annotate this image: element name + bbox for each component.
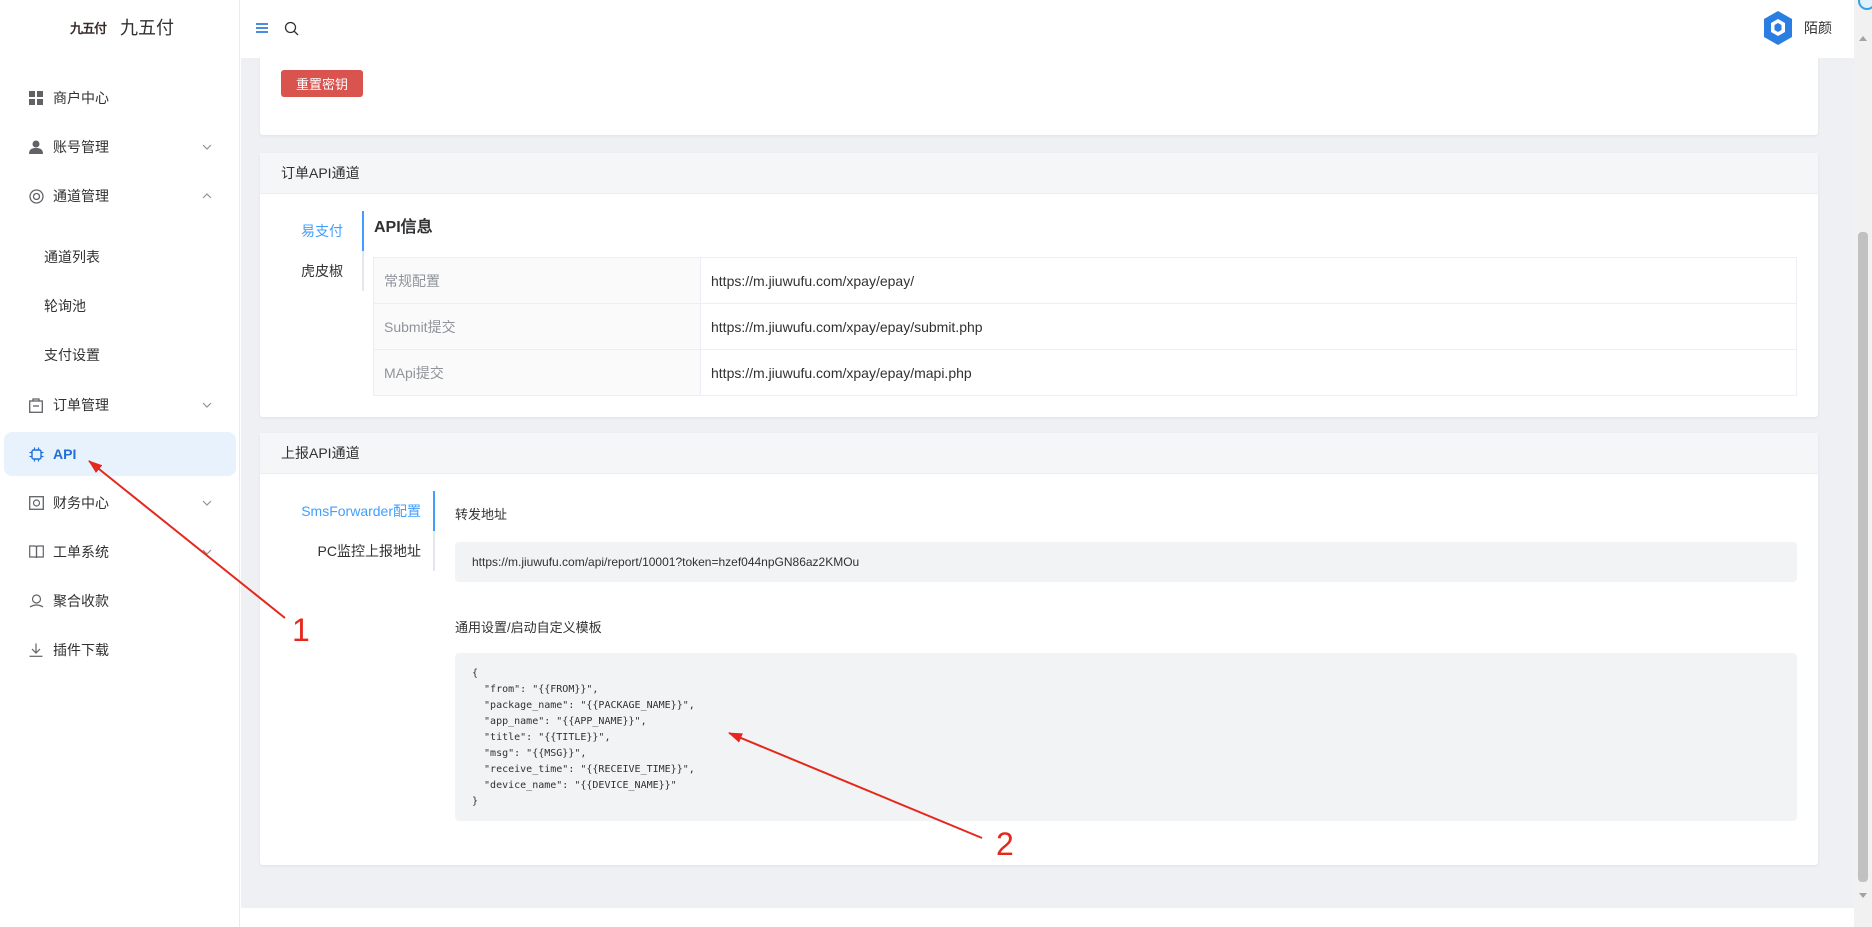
scroll-down-arrow-icon[interactable]	[1859, 893, 1867, 898]
sidebar-item-label: 聚合收款	[53, 593, 109, 609]
api-key-cell: Submit提交	[373, 303, 701, 350]
sidebar-subitem-payment-settings[interactable]: 支付设置	[4, 333, 236, 377]
chip-icon	[28, 446, 44, 462]
footer-strip	[241, 908, 1854, 927]
sidebar: 九五付 九五付 商户中心 账号管理 通道管理 通道列表 轮询池 支付设置 订单管…	[0, 0, 240, 927]
collect-icon	[28, 593, 44, 609]
sidebar-item-finance[interactable]: 财务中心	[4, 481, 236, 525]
tab-pc-monitor[interactable]: PC监控上报地址	[278, 531, 438, 571]
tab-track	[433, 491, 435, 571]
sidebar-item-api[interactable]: API	[4, 432, 236, 476]
channel-icon	[28, 188, 44, 204]
sidebar-item-label: 商户中心	[53, 90, 109, 106]
scrollbar-thumb[interactable]	[1858, 232, 1868, 882]
book-icon	[28, 544, 44, 560]
key-card: 重置密钥	[260, 58, 1818, 135]
user-name: 陌颜	[1804, 20, 1832, 36]
forward-url-box[interactable]: https://m.jiuwufu.com/api/report/10001?t…	[455, 542, 1797, 582]
sidebar-item-label: 轮询池	[44, 298, 86, 314]
api-key-cell: MApi提交	[373, 349, 701, 396]
chevron-down-icon	[202, 402, 212, 408]
report-api-card: 上报API通道 SmsForwarder配置 PC监控上报地址 转发地址 htt…	[260, 433, 1818, 865]
table-row: 常规配置 https://m.jiuwufu.com/xpay/epay/	[373, 257, 1797, 304]
table-row: Submit提交 https://m.jiuwufu.com/xpay/epay…	[373, 303, 1797, 350]
main-content: 重置密钥 订单API通道 易支付 虎皮椒 API信息 常规配置 https://…	[241, 58, 1854, 908]
chevron-down-icon	[202, 549, 212, 555]
sidebar-item-label: 插件下载	[53, 642, 109, 658]
chevron-up-icon	[202, 193, 212, 199]
download-icon	[28, 642, 44, 658]
sidebar-item-label: 工单系统	[53, 544, 109, 560]
template-label: 通用设置/启动自定义模板	[455, 620, 602, 635]
sidebar-subitem-channel-list[interactable]: 通道列表	[4, 235, 236, 279]
annotation-number-1: 1	[292, 612, 310, 648]
app-name: 九五付	[120, 18, 174, 38]
logo-mark: 九五付	[70, 21, 107, 37]
tab-smsforwarder[interactable]: SmsForwarder配置	[278, 491, 438, 531]
api-url-cell[interactable]: https://m.jiuwufu.com/xpay/epay/mapi.php	[700, 349, 1797, 396]
order-icon	[28, 397, 44, 413]
api-key-cell: 常规配置	[373, 257, 701, 304]
sidebar-item-label: 账号管理	[53, 139, 109, 155]
api-info-title: API信息	[374, 219, 433, 236]
sidebar-item-label: 订单管理	[53, 397, 109, 413]
chevron-down-icon	[202, 144, 212, 150]
sidebar-item-label: API	[53, 446, 77, 462]
search-icon[interactable]	[284, 21, 299, 36]
logo[interactable]: 九五付 九五付	[70, 14, 174, 40]
table-row: MApi提交 https://m.jiuwufu.com/xpay/epay/m…	[373, 349, 1797, 396]
tab-hupijiao[interactable]: 虎皮椒	[278, 251, 358, 291]
sidebar-item-label: 通道管理	[53, 188, 109, 204]
user-menu[interactable]: 陌颜	[1762, 10, 1832, 46]
dashboard-icon	[28, 90, 44, 106]
scrollbar[interactable]	[1854, 0, 1872, 927]
tab-track	[362, 211, 364, 291]
order-api-tabs: 易支付 虎皮椒	[278, 211, 364, 291]
tab-epay[interactable]: 易支付	[278, 211, 358, 251]
sidebar-subitem-polling-pool[interactable]: 轮询池	[4, 284, 236, 328]
tab-active-indicator	[433, 491, 435, 531]
annotation-number-2: 2	[996, 826, 1014, 862]
report-api-tabs: SmsForwarder配置 PC监控上报地址	[278, 491, 438, 571]
forward-address-label: 转发地址	[455, 507, 508, 522]
topbar: 陌颜	[240, 0, 1854, 58]
sidebar-item-label: 财务中心	[53, 495, 109, 511]
menu-toggle-icon[interactable]	[255, 21, 269, 35]
sidebar-item-channel[interactable]: 通道管理	[4, 174, 236, 218]
sidebar-item-label: 支付设置	[44, 347, 100, 363]
user-icon	[28, 139, 44, 155]
scroll-up-arrow-icon[interactable]	[1859, 36, 1867, 41]
api-url-cell[interactable]: https://m.jiuwufu.com/xpay/epay/submit.p…	[700, 303, 1797, 350]
order-api-header: 订单API通道	[260, 153, 1818, 194]
reset-key-button[interactable]: 重置密钥	[281, 70, 364, 97]
api-url-cell[interactable]: https://m.jiuwufu.com/xpay/epay/	[700, 257, 1797, 304]
sidebar-item-plugin-download[interactable]: 插件下载	[4, 628, 236, 672]
template-code-box[interactable]: { "from": "{{FROM}}", "package_name": "{…	[455, 653, 1797, 821]
sidebar-item-label: 通道列表	[44, 249, 100, 265]
api-info-table: 常规配置 https://m.jiuwufu.com/xpay/epay/ Su…	[373, 257, 1797, 396]
sidebar-item-merchant-center[interactable]: 商户中心	[4, 76, 236, 120]
tab-active-indicator	[362, 211, 364, 251]
sidebar-item-tickets[interactable]: 工单系统	[4, 530, 236, 574]
finance-icon	[28, 495, 44, 511]
sidebar-item-aggregate-collect[interactable]: 聚合收款	[4, 579, 236, 623]
avatar	[1764, 11, 1792, 45]
chevron-down-icon	[202, 500, 212, 506]
sidebar-item-account[interactable]: 账号管理	[4, 125, 236, 169]
report-api-header: 上报API通道	[260, 433, 1818, 474]
order-api-card: 订单API通道 易支付 虎皮椒 API信息 常规配置 https://m.jiu…	[260, 153, 1818, 417]
sidebar-item-orders[interactable]: 订单管理	[4, 383, 236, 427]
